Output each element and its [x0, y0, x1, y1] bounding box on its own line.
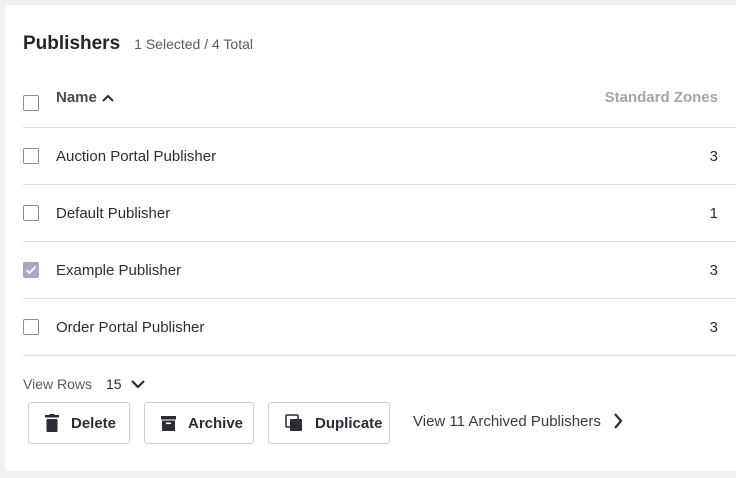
archive-button[interactable]: Archive [144, 402, 254, 444]
row-checkbox[interactable] [23, 262, 39, 278]
column-header-name-label: Name [56, 89, 97, 106]
chevron-up-icon [102, 94, 114, 102]
standard-zones-count: 3 [709, 261, 718, 279]
delete-button[interactable]: Delete [28, 402, 130, 444]
table-row[interactable]: Example Publisher 3 [23, 242, 736, 299]
view-archived-publishers-link[interactable]: View 11 Archived Publishers [413, 412, 623, 430]
publisher-name[interactable]: Default Publisher [56, 205, 170, 222]
standard-zones-count: 3 [709, 318, 718, 336]
view-rows-select[interactable]: 15 [106, 376, 122, 392]
archive-box-icon [161, 415, 176, 431]
page-title: Publishers [23, 33, 121, 54]
table-row[interactable]: Default Publisher 1 [23, 185, 736, 242]
selection-count: 1 Selected / 4 Total [134, 36, 253, 52]
table-row[interactable]: Order Portal Publisher 3 [23, 299, 736, 356]
row-checkbox[interactable] [23, 205, 39, 221]
chevron-right-icon [614, 413, 623, 429]
panel-header: Publishers 1 Selected / 4 Total [23, 33, 253, 55]
standard-zones-count: 3 [709, 147, 718, 165]
chevron-down-icon[interactable] [130, 379, 146, 390]
checkmark-icon [25, 265, 37, 275]
table-header-row: Name Standard Zones [23, 80, 736, 128]
row-checkbox[interactable] [23, 319, 39, 335]
view-archived-publishers-label: View 11 Archived Publishers [413, 412, 601, 430]
publisher-name[interactable]: Order Portal Publisher [56, 319, 204, 336]
duplicate-button[interactable]: Duplicate [268, 402, 390, 444]
view-rows-label: View Rows [23, 376, 92, 392]
copy-icon [285, 414, 302, 431]
view-rows-control: View Rows 15 [23, 376, 146, 392]
publisher-name[interactable]: Example Publisher [56, 262, 181, 279]
trash-icon [45, 414, 59, 432]
table-row[interactable]: Auction Portal Publisher 3 [23, 128, 736, 185]
delete-button-label: Delete [71, 414, 117, 432]
column-header-name[interactable]: Name [56, 89, 115, 106]
archive-button-label: Archive [188, 414, 244, 432]
row-checkbox[interactable] [23, 148, 39, 164]
select-all-checkbox[interactable] [23, 94, 39, 111]
duplicate-button-label: Duplicate [315, 414, 383, 432]
column-header-standard-zones[interactable]: Standard Zones [605, 89, 718, 106]
standard-zones-count: 1 [709, 204, 718, 222]
publisher-name[interactable]: Auction Portal Publisher [56, 148, 216, 165]
